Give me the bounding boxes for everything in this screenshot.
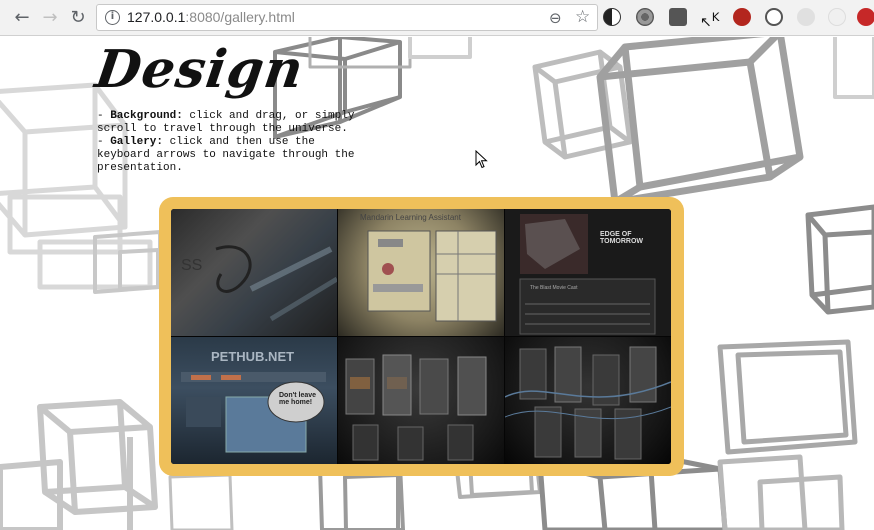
- gallery-thumbnail[interactable]: [505, 337, 671, 464]
- gallery-thumbnail[interactable]: SS: [171, 209, 337, 336]
- instructions-text: - Background: click and drag, or simply …: [97, 110, 355, 174]
- forward-icon[interactable]: →: [38, 6, 62, 30]
- react-extension-icon[interactable]: [797, 8, 815, 26]
- thumbnail-caption: PETHUB.NET: [211, 349, 295, 364]
- page-viewport[interactable]: Design - Background: click and drag, or …: [0, 37, 874, 530]
- red-shield-extension-icon[interactable]: [733, 8, 751, 26]
- thumbnail-artwork: [505, 346, 671, 460]
- gallery-frame[interactable]: SS Mandarin Learning Assistant EDGE OF T…: [159, 197, 684, 476]
- address-bar[interactable]: i 127.0.0.1:8080/gallery.html ⊖ ☆: [96, 4, 598, 31]
- thumbnail-caption: EDGE OF TOMORROW: [600, 231, 644, 245]
- device-extension-icon[interactable]: [669, 8, 687, 26]
- thumbnail-artwork: [519, 214, 656, 335]
- gallery-thumbnail[interactable]: PETHUB.NET Don't leave me home!: [171, 337, 337, 464]
- gallery-presentation[interactable]: SS Mandarin Learning Assistant EDGE OF T…: [171, 209, 671, 464]
- bookmark-star-icon[interactable]: ☆: [575, 7, 590, 27]
- gallery-label: Gallery:: [110, 136, 164, 148]
- gear-extension-icon[interactable]: [636, 8, 654, 26]
- back-icon[interactable]: ←: [10, 6, 34, 30]
- check-extension-icon[interactable]: [765, 8, 783, 26]
- contrast-extension-icon[interactable]: [603, 8, 621, 26]
- gallery-thumbnail[interactable]: EDGE OF TOMORROW The Blast Movie Cast: [505, 209, 671, 336]
- cursor-k-extension-icon[interactable]: ↖K: [700, 8, 720, 31]
- gallery-thumbnail[interactable]: Mandarin Learning Assistant: [338, 209, 504, 336]
- thumbnail-caption: Mandarin Learning Assistant: [360, 213, 461, 222]
- url-host: 127.0.0.1: [127, 9, 186, 25]
- thumbnail-subcaption: The Blast Movie Cast: [530, 285, 578, 291]
- url-path: :8080/gallery.html: [185, 9, 295, 25]
- mouse-cursor-icon: [475, 150, 488, 169]
- reload-icon[interactable]: ↻: [66, 6, 90, 30]
- site-info-icon[interactable]: i: [105, 10, 120, 25]
- background-label: Background:: [110, 110, 183, 122]
- thumbnail-artwork: [367, 230, 497, 322]
- thumbnail-caption: SS: [181, 257, 203, 274]
- thumbnail-bubble-text: Don't leave me home!: [279, 392, 317, 406]
- upload-extension-icon[interactable]: [857, 8, 874, 26]
- browser-toolbar: ← → ↻ i 127.0.0.1:8080/gallery.html ⊖ ☆ …: [0, 0, 874, 36]
- extension-k-label: K: [711, 10, 720, 24]
- url-text[interactable]: 127.0.0.1:8080/gallery.html: [127, 9, 295, 25]
- thumbnail-artwork: [345, 354, 487, 461]
- faded-extension-icon[interactable]: [828, 8, 846, 26]
- zoom-icon[interactable]: ⊖: [549, 9, 562, 27]
- gallery-thumbnail[interactable]: [338, 337, 504, 464]
- page-title: Design: [91, 39, 308, 100]
